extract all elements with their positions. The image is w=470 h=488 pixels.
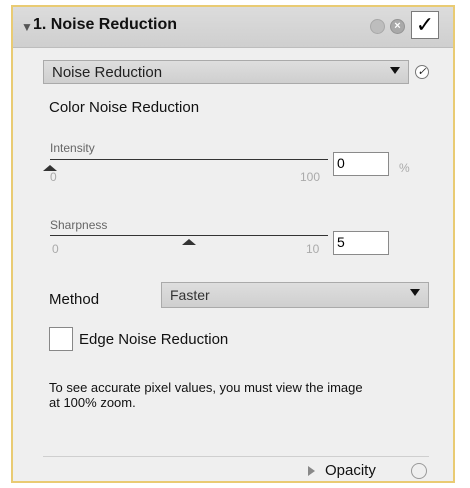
- noise-reduction-panel: ▼ 1. Noise Reduction × ✓ Noise Reduction…: [11, 5, 455, 483]
- edge-noise-reduction-checkbox[interactable]: [49, 327, 73, 351]
- intensity-slider-track[interactable]: [50, 159, 328, 160]
- panel-title: 1. Noise Reduction: [33, 16, 178, 33]
- mode-dropdown[interactable]: Noise Reduction: [43, 60, 409, 84]
- mode-dropdown-value: Noise Reduction: [52, 64, 163, 81]
- intensity-max-label: 100: [300, 170, 321, 184]
- sharpness-max-label: 10: [306, 242, 320, 256]
- method-dropdown-value: Faster: [170, 287, 210, 303]
- collapse-triangle-icon[interactable]: ▼: [21, 20, 33, 34]
- intensity-label: Intensity: [50, 141, 95, 155]
- sharpness-input[interactable]: 5: [333, 231, 389, 255]
- edge-noise-reduction-label: Edge Noise Reduction: [79, 331, 229, 348]
- intensity-min-label: 0: [50, 170, 57, 184]
- mode-enable-check-icon[interactable]: ✓: [415, 65, 429, 79]
- sharpness-min-label: 0: [52, 242, 59, 256]
- method-label: Method: [49, 291, 100, 308]
- sharpness-slider-thumb[interactable]: [182, 239, 196, 245]
- chevron-down-icon: [410, 289, 420, 296]
- intensity-unit: %: [399, 161, 410, 175]
- reset-icon[interactable]: [370, 19, 385, 34]
- section-title: Color Noise Reduction: [49, 99, 200, 116]
- method-dropdown[interactable]: Faster: [161, 282, 429, 308]
- expand-arrow-icon[interactable]: [308, 466, 315, 476]
- close-icon[interactable]: ×: [390, 19, 405, 34]
- panel-header: ▼ 1. Noise Reduction × ✓: [13, 7, 453, 48]
- zoom-info-text: To see accurate pixel values, you must v…: [49, 380, 363, 410]
- intensity-input[interactable]: 0: [333, 152, 389, 176]
- divider: [43, 456, 429, 457]
- opacity-label[interactable]: Opacity: [325, 462, 376, 479]
- enable-checkbox[interactable]: ✓: [411, 11, 439, 39]
- sharpness-label: Sharpness: [50, 218, 108, 232]
- opacity-toggle[interactable]: [411, 463, 427, 479]
- chevron-down-icon: [390, 67, 400, 74]
- sharpness-slider-track[interactable]: [50, 235, 328, 236]
